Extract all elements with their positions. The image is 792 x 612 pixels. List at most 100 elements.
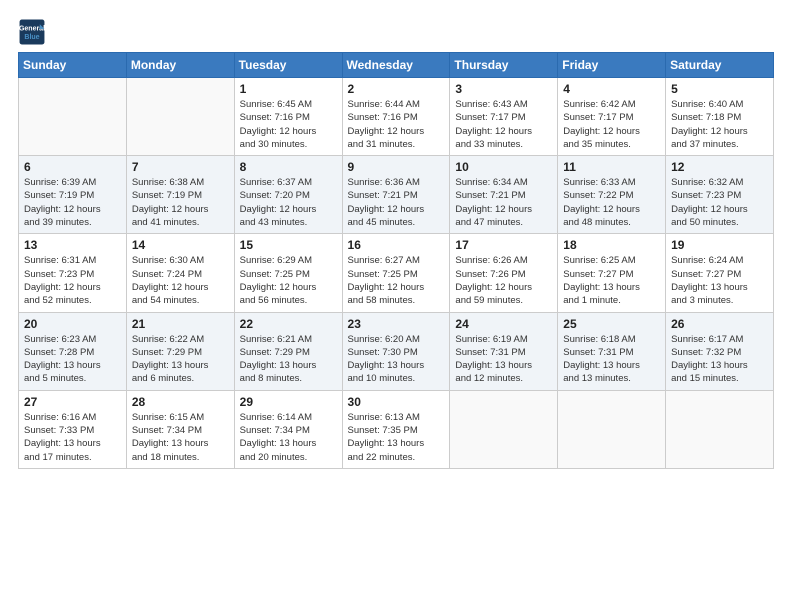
day-info: Sunrise: 6:38 AM Sunset: 7:19 PM Dayligh… [132,176,229,229]
day-number: 15 [240,238,337,252]
calendar-cell: 27 Sunrise: 6:16 AM Sunset: 7:33 PM Dayli… [19,390,127,468]
calendar-cell: 28 Sunrise: 6:15 AM Sunset: 7:34 PM Dayli… [126,390,234,468]
day-number: 20 [24,317,121,331]
day-info: Sunrise: 6:45 AM Sunset: 7:16 PM Dayligh… [240,98,337,151]
calendar-cell: 7 Sunrise: 6:38 AM Sunset: 7:19 PM Daylig… [126,156,234,234]
day-number: 10 [455,160,552,174]
calendar-table: SundayMondayTuesdayWednesdayThursdayFrid… [18,52,774,469]
calendar-cell: 26Sunrise: 6:17 AM Sunset: 7:32 PM Dayli… [666,312,774,390]
calendar-week-row: 20 Sunrise: 6:23 AM Sunset: 7:28 PM Dayli… [19,312,774,390]
day-info: Sunrise: 6:26 AM Sunset: 7:26 PM Dayligh… [455,254,552,307]
day-info: Sunrise: 6:36 AM Sunset: 7:21 PM Dayligh… [348,176,445,229]
calendar-cell: 20 Sunrise: 6:23 AM Sunset: 7:28 PM Dayli… [19,312,127,390]
calendar-cell: 3Sunrise: 6:43 AM Sunset: 7:17 PM Daylig… [450,78,558,156]
day-info: Sunrise: 6:27 AM Sunset: 7:25 PM Dayligh… [348,254,445,307]
day-number: 27 [24,395,121,409]
calendar-cell: 17 Sunrise: 6:26 AM Sunset: 7:26 PM Dayli… [450,234,558,312]
day-info: Sunrise: 6:22 AM Sunset: 7:29 PM Dayligh… [132,333,229,386]
weekday-header-saturday: Saturday [666,53,774,78]
day-number: 13 [24,238,121,252]
day-number: 11 [563,160,660,174]
calendar-cell: 6 Sunrise: 6:39 AM Sunset: 7:19 PM Daylig… [19,156,127,234]
calendar-cell: 5 Sunrise: 6:40 AM Sunset: 7:18 PM Daylig… [666,78,774,156]
calendar-cell: 2 Sunrise: 6:44 AM Sunset: 7:16 PM Daylig… [342,78,450,156]
day-number: 17 [455,238,552,252]
day-info: Sunrise: 6:14 AM Sunset: 7:34 PM Dayligh… [240,411,337,464]
calendar-cell: 21 Sunrise: 6:22 AM Sunset: 7:29 PM Dayli… [126,312,234,390]
day-info: Sunrise: 6:43 AM Sunset: 7:17 PM Dayligh… [455,98,552,151]
weekday-header-friday: Friday [558,53,666,78]
calendar-week-row: 27 Sunrise: 6:16 AM Sunset: 7:33 PM Dayli… [19,390,774,468]
calendar-cell: 1 Sunrise: 6:45 AM Sunset: 7:16 PM Daylig… [234,78,342,156]
calendar-cell [126,78,234,156]
day-number: 6 [24,160,121,174]
weekday-header-tuesday: Tuesday [234,53,342,78]
day-info: Sunrise: 6:40 AM Sunset: 7:18 PM Dayligh… [671,98,768,151]
day-number: 5 [671,82,768,96]
day-number: 18 [563,238,660,252]
weekday-header-sunday: Sunday [19,53,127,78]
page-container: General Blue SundayMondayTuesdayWednesda… [0,0,792,479]
logo: General Blue [18,18,46,46]
calendar-cell [666,390,774,468]
calendar-cell: 23 Sunrise: 6:20 AM Sunset: 7:30 PM Dayli… [342,312,450,390]
calendar-cell: 10 Sunrise: 6:34 AM Sunset: 7:21 PM Dayli… [450,156,558,234]
day-info: Sunrise: 6:21 AM Sunset: 7:29 PM Dayligh… [240,333,337,386]
calendar-cell: 9Sunrise: 6:36 AM Sunset: 7:21 PM Daylig… [342,156,450,234]
calendar-cell: 12Sunrise: 6:32 AM Sunset: 7:23 PM Dayli… [666,156,774,234]
day-info: Sunrise: 6:18 AM Sunset: 7:31 PM Dayligh… [563,333,660,386]
header: General Blue [18,18,774,46]
calendar-cell: 22 Sunrise: 6:21 AM Sunset: 7:29 PM Dayli… [234,312,342,390]
calendar-cell: 18 Sunrise: 6:25 AM Sunset: 7:27 PM Dayli… [558,234,666,312]
weekday-header-wednesday: Wednesday [342,53,450,78]
calendar-cell: 24 Sunrise: 6:19 AM Sunset: 7:31 PM Dayli… [450,312,558,390]
day-number: 23 [348,317,445,331]
day-number: 22 [240,317,337,331]
calendar-cell: 11 Sunrise: 6:33 AM Sunset: 7:22 PM Dayli… [558,156,666,234]
calendar-cell: 13 Sunrise: 6:31 AM Sunset: 7:23 PM Dayli… [19,234,127,312]
day-info: Sunrise: 6:24 AM Sunset: 7:27 PM Dayligh… [671,254,768,307]
weekday-header-row: SundayMondayTuesdayWednesdayThursdayFrid… [19,53,774,78]
calendar-cell: 15Sunrise: 6:29 AM Sunset: 7:25 PM Dayli… [234,234,342,312]
day-number: 28 [132,395,229,409]
weekday-header-thursday: Thursday [450,53,558,78]
day-info: Sunrise: 6:15 AM Sunset: 7:34 PM Dayligh… [132,411,229,464]
day-info: Sunrise: 6:31 AM Sunset: 7:23 PM Dayligh… [24,254,121,307]
calendar-week-row: 6 Sunrise: 6:39 AM Sunset: 7:19 PM Daylig… [19,156,774,234]
calendar-cell: 19Sunrise: 6:24 AM Sunset: 7:27 PM Dayli… [666,234,774,312]
day-info: Sunrise: 6:25 AM Sunset: 7:27 PM Dayligh… [563,254,660,307]
day-info: Sunrise: 6:23 AM Sunset: 7:28 PM Dayligh… [24,333,121,386]
day-info: Sunrise: 6:13 AM Sunset: 7:35 PM Dayligh… [348,411,445,464]
day-info: Sunrise: 6:19 AM Sunset: 7:31 PM Dayligh… [455,333,552,386]
day-info: Sunrise: 6:34 AM Sunset: 7:21 PM Dayligh… [455,176,552,229]
day-info: Sunrise: 6:30 AM Sunset: 7:24 PM Dayligh… [132,254,229,307]
calendar-cell: 29Sunrise: 6:14 AM Sunset: 7:34 PM Dayli… [234,390,342,468]
day-number: 24 [455,317,552,331]
day-info: Sunrise: 6:16 AM Sunset: 7:33 PM Dayligh… [24,411,121,464]
day-number: 14 [132,238,229,252]
day-number: 26 [671,317,768,331]
day-number: 16 [348,238,445,252]
day-number: 2 [348,82,445,96]
calendar-cell: 16 Sunrise: 6:27 AM Sunset: 7:25 PM Dayli… [342,234,450,312]
day-info: Sunrise: 6:33 AM Sunset: 7:22 PM Dayligh… [563,176,660,229]
logo-icon: General Blue [18,18,46,46]
weekday-header-monday: Monday [126,53,234,78]
calendar-cell: 4Sunrise: 6:42 AM Sunset: 7:17 PM Daylig… [558,78,666,156]
day-info: Sunrise: 6:20 AM Sunset: 7:30 PM Dayligh… [348,333,445,386]
calendar-cell: 8 Sunrise: 6:37 AM Sunset: 7:20 PM Daylig… [234,156,342,234]
calendar-cell: 25Sunrise: 6:18 AM Sunset: 7:31 PM Dayli… [558,312,666,390]
day-number: 1 [240,82,337,96]
day-number: 7 [132,160,229,174]
day-info: Sunrise: 6:44 AM Sunset: 7:16 PM Dayligh… [348,98,445,151]
calendar-cell [558,390,666,468]
day-number: 30 [348,395,445,409]
day-number: 8 [240,160,337,174]
calendar-cell: 14 Sunrise: 6:30 AM Sunset: 7:24 PM Dayli… [126,234,234,312]
day-info: Sunrise: 6:37 AM Sunset: 7:20 PM Dayligh… [240,176,337,229]
day-number: 21 [132,317,229,331]
svg-text:Blue: Blue [24,34,39,41]
calendar-cell [19,78,127,156]
day-info: Sunrise: 6:42 AM Sunset: 7:17 PM Dayligh… [563,98,660,151]
day-info: Sunrise: 6:39 AM Sunset: 7:19 PM Dayligh… [24,176,121,229]
